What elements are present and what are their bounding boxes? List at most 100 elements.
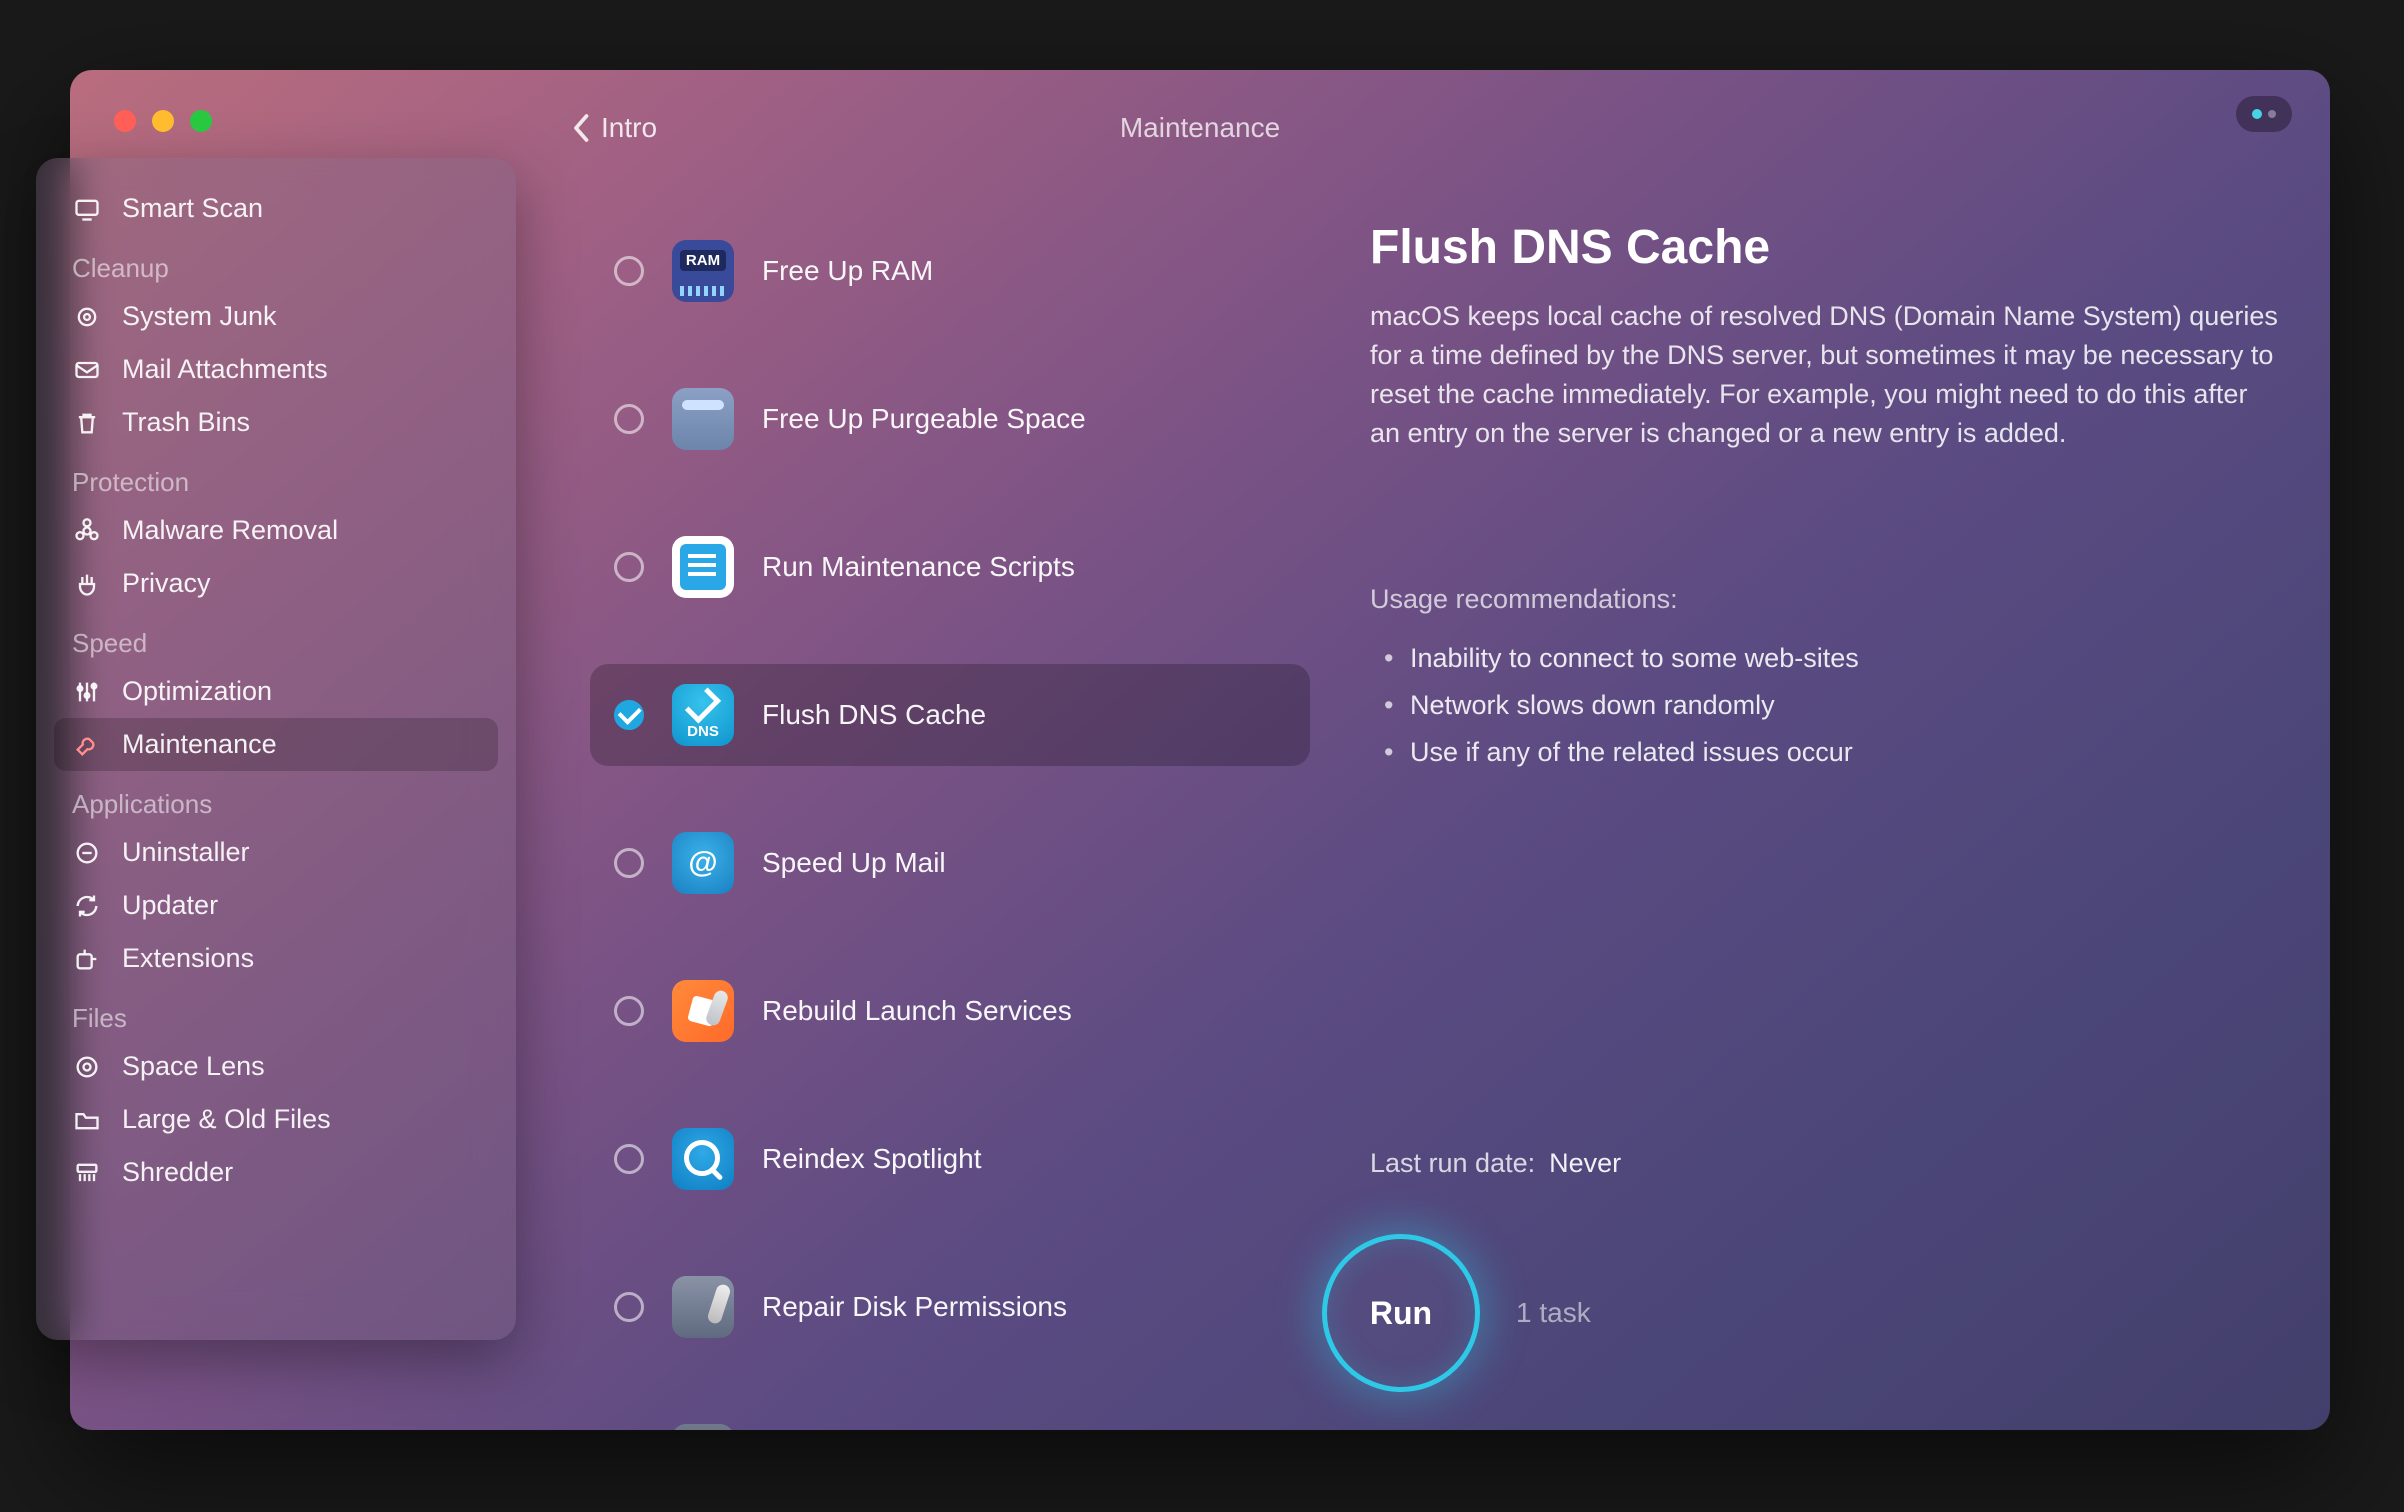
task-label: Speed Up Mail bbox=[762, 847, 946, 879]
task-label: Rebuild Launch Services bbox=[762, 995, 1072, 1027]
sidebar-item-updater[interactable]: Updater bbox=[54, 879, 498, 932]
task-checkbox[interactable] bbox=[614, 1292, 644, 1322]
minimize-window-button[interactable] bbox=[152, 110, 174, 132]
run-button[interactable]: Run bbox=[1322, 1234, 1480, 1392]
scripts-icon bbox=[672, 536, 734, 598]
spotlight-icon bbox=[672, 1128, 734, 1190]
sidebar-item-label: Extensions bbox=[122, 943, 254, 974]
usage-recommendations-title: Usage recommendations: bbox=[1370, 584, 2280, 615]
last-run-value: Never bbox=[1549, 1148, 1621, 1179]
usage-item: Use if any of the related issues occur bbox=[1370, 729, 2280, 776]
sidebar-item-malware-removal[interactable]: Malware Removal bbox=[54, 504, 498, 557]
close-window-button[interactable] bbox=[114, 110, 136, 132]
sidebar-item-label: Smart Scan bbox=[122, 193, 263, 224]
sidebar: Smart Scan Cleanup System Junk Mail Atta… bbox=[36, 158, 516, 1340]
gear-icon bbox=[72, 302, 102, 332]
task-row-free-up-purgeable[interactable]: Free Up Purgeable Space bbox=[590, 368, 1310, 470]
sidebar-item-label: Shredder bbox=[122, 1157, 233, 1188]
task-checkbox[interactable] bbox=[614, 552, 644, 582]
sidebar-item-extensions[interactable]: Extensions bbox=[54, 932, 498, 985]
biohazard-icon bbox=[72, 516, 102, 546]
task-checkbox[interactable] bbox=[614, 848, 644, 878]
task-label: Free Up Purgeable Space bbox=[762, 403, 1086, 435]
sidebar-group-files: Files bbox=[54, 985, 498, 1040]
sidebar-item-maintenance[interactable]: Maintenance bbox=[54, 718, 498, 771]
maintenance-task-list: Free Up RAM Free Up Purgeable Space Run … bbox=[590, 220, 1310, 1430]
sidebar-item-space-lens[interactable]: Space Lens bbox=[54, 1040, 498, 1093]
run-area: Run 1 task bbox=[1322, 1234, 1591, 1392]
task-row-repair-permissions[interactable]: Repair Disk Permissions bbox=[590, 1256, 1310, 1358]
uninstall-icon bbox=[72, 838, 102, 868]
task-label: Reindex Spotlight bbox=[762, 1143, 981, 1175]
sidebar-item-mail-attachments[interactable]: Mail Attachments bbox=[54, 343, 498, 396]
mail-icon bbox=[672, 832, 734, 894]
monitor-icon bbox=[72, 194, 102, 224]
task-row-maintenance-scripts[interactable]: Run Maintenance Scripts bbox=[590, 516, 1310, 618]
task-checkbox[interactable] bbox=[614, 1144, 644, 1174]
lens-icon bbox=[72, 1052, 102, 1082]
folder-icon bbox=[72, 1105, 102, 1135]
sidebar-item-label: Large & Old Files bbox=[122, 1104, 331, 1135]
chevron-left-icon bbox=[573, 113, 591, 143]
task-checkbox[interactable] bbox=[614, 404, 644, 434]
sidebar-item-privacy[interactable]: Privacy bbox=[54, 557, 498, 610]
sidebar-item-smart-scan[interactable]: Smart Scan bbox=[54, 182, 498, 235]
usage-item: Inability to connect to some web-sites bbox=[1370, 635, 2280, 682]
sidebar-item-label: Privacy bbox=[122, 568, 211, 599]
assistant-dot-icon bbox=[2252, 109, 2262, 119]
detail-description: macOS keeps local cache of resolved DNS … bbox=[1370, 297, 2280, 454]
sidebar-group-protection: Protection bbox=[54, 449, 498, 504]
back-label: Intro bbox=[601, 112, 657, 144]
sidebar-item-uninstaller[interactable]: Uninstaller bbox=[54, 826, 498, 879]
task-row-rebuild-launch[interactable]: Rebuild Launch Services bbox=[590, 960, 1310, 1062]
task-label: Free Up RAM bbox=[762, 255, 933, 287]
sidebar-item-trash-bins[interactable]: Trash Bins bbox=[54, 396, 498, 449]
sidebar-item-optimization[interactable]: Optimization bbox=[54, 665, 498, 718]
sidebar-item-label: Updater bbox=[122, 890, 218, 921]
trash-icon bbox=[72, 408, 102, 438]
task-checkbox[interactable] bbox=[614, 700, 644, 730]
task-row-speed-up-mail[interactable]: Speed Up Mail bbox=[590, 812, 1310, 914]
puzzle-icon bbox=[72, 944, 102, 974]
back-button[interactable]: Intro bbox=[573, 112, 657, 144]
detail-title: Flush DNS Cache bbox=[1370, 220, 2280, 275]
last-run-label: Last run date: bbox=[1370, 1148, 1535, 1179]
page-title: Maintenance bbox=[1120, 112, 1280, 144]
launch-services-icon bbox=[672, 980, 734, 1042]
refresh-icon bbox=[72, 891, 102, 921]
sidebar-group-cleanup: Cleanup bbox=[54, 235, 498, 290]
sidebar-item-large-old-files[interactable]: Large & Old Files bbox=[54, 1093, 498, 1146]
sidebar-item-label: Uninstaller bbox=[122, 837, 250, 868]
envelope-icon bbox=[72, 355, 102, 385]
run-button-label: Run bbox=[1370, 1295, 1432, 1332]
assistant-dot-icon bbox=[2268, 110, 2276, 118]
sliders-icon bbox=[72, 677, 102, 707]
sidebar-item-shredder[interactable]: Shredder bbox=[54, 1146, 498, 1199]
time-machine-icon bbox=[672, 1424, 734, 1430]
sidebar-item-label: Malware Removal bbox=[122, 515, 338, 546]
usage-recommendations-list: Inability to connect to some web-sites N… bbox=[1370, 635, 2280, 776]
sidebar-item-label: Trash Bins bbox=[122, 407, 250, 438]
sidebar-item-label: Mail Attachments bbox=[122, 354, 328, 385]
dns-icon bbox=[672, 684, 734, 746]
task-row-time-machine-thinning[interactable]: Time Machine Snapshot Thinning bbox=[590, 1404, 1310, 1430]
task-label: Run Maintenance Scripts bbox=[762, 551, 1075, 583]
sidebar-item-system-junk[interactable]: System Junk bbox=[54, 290, 498, 343]
app-window: Intro Maintenance Free Up RAM Free Up Pu… bbox=[70, 70, 2330, 1430]
task-checkbox[interactable] bbox=[614, 996, 644, 1026]
last-run-row: Last run date: Never bbox=[1370, 1148, 1621, 1179]
task-row-flush-dns[interactable]: Flush DNS Cache bbox=[590, 664, 1310, 766]
sidebar-item-label: System Junk bbox=[122, 301, 277, 332]
task-row-reindex-spotlight[interactable]: Reindex Spotlight bbox=[590, 1108, 1310, 1210]
fullscreen-window-button[interactable] bbox=[190, 110, 212, 132]
usage-item: Network slows down randomly bbox=[1370, 682, 2280, 729]
disk-permissions-icon bbox=[672, 1276, 734, 1338]
sidebar-group-speed: Speed bbox=[54, 610, 498, 665]
assistant-button[interactable] bbox=[2236, 96, 2292, 132]
hand-icon bbox=[72, 569, 102, 599]
task-row-free-up-ram[interactable]: Free Up RAM bbox=[590, 220, 1310, 322]
task-label: Repair Disk Permissions bbox=[762, 1291, 1067, 1323]
topbar: Intro Maintenance bbox=[70, 98, 2330, 158]
sidebar-group-applications: Applications bbox=[54, 771, 498, 826]
task-checkbox[interactable] bbox=[614, 256, 644, 286]
